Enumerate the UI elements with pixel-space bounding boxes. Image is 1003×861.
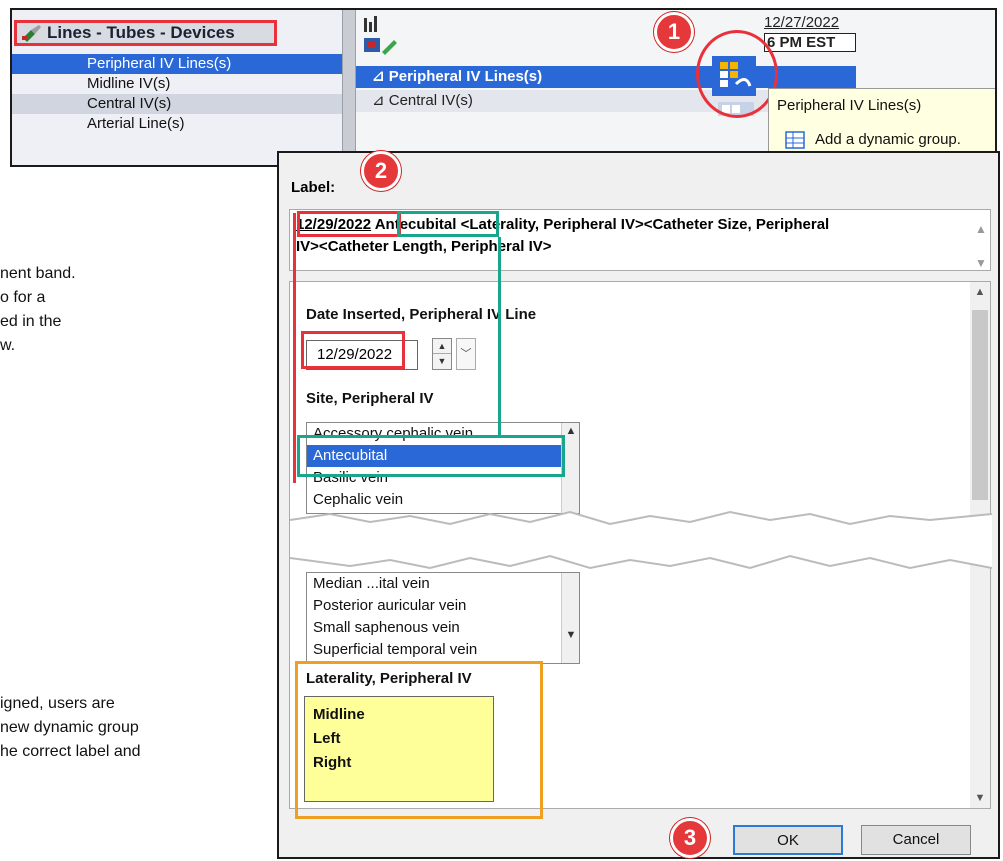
- site-listbox[interactable]: Accessory cephalic vein Antecubital Basi…: [306, 422, 580, 514]
- date-dropdown-button[interactable]: ﹀: [456, 338, 476, 370]
- add-group-icon: [785, 131, 805, 149]
- site-label: Site, Peripheral IV: [306, 390, 434, 407]
- tree-header-lines-tubes-devices[interactable]: Lines - Tubes - Devices: [14, 20, 277, 46]
- band-peripheral-iv[interactable]: ⊿ Peripheral IV Lines(s): [356, 66, 856, 88]
- instruction-line: nent band.: [0, 265, 76, 282]
- list-item[interactable]: Median ...ital vein: [307, 573, 579, 595]
- site-list-scrollbar[interactable]: ▼: [561, 573, 579, 663]
- list-item[interactable]: Basilic vein: [307, 467, 579, 489]
- column-time: 6 PM EST: [764, 33, 856, 52]
- instruction-line: o for a: [0, 289, 46, 306]
- list-item[interactable]: Posterior auricular vein: [307, 595, 579, 617]
- scroll-thumb[interactable]: [972, 310, 988, 500]
- instruction-line: ed in the: [0, 313, 62, 330]
- spin-up-icon[interactable]: ▲: [433, 339, 451, 354]
- tooltip-title: Peripheral IV Lines(s): [777, 97, 922, 114]
- label-line-2: IV><Catheter Length, Peripheral IV>: [296, 238, 552, 255]
- site-listbox-lower[interactable]: Median ...ital vein Posterior auricular …: [306, 572, 580, 664]
- scroll-down-icon[interactable]: ▼: [562, 629, 579, 641]
- date-spinner[interactable]: ▲ ▼: [432, 338, 452, 370]
- pane-splitter[interactable]: [342, 10, 356, 165]
- scroll-down-icon[interactable]: ▼: [972, 252, 990, 274]
- torn-edge-divider: [290, 510, 992, 570]
- tree-item-arterial-line[interactable]: Arterial Line(s): [12, 114, 342, 134]
- instruction-text-bottom: igned, users are new dynamic group he co…: [0, 692, 141, 764]
- list-item[interactable]: Accessory cephalic vein: [307, 423, 579, 445]
- list-item[interactable]: Midline: [313, 703, 485, 727]
- list-item[interactable]: Left: [313, 727, 485, 751]
- laterality-label: Laterality, Peripheral IV: [306, 670, 472, 687]
- label-scrollbar[interactable]: ▲ ▼: [972, 210, 990, 270]
- instruction-text-top: nent band. o for a ed in the w.: [0, 262, 76, 358]
- form-area: ▲ ▼ Date Inserted, Peripheral IV Line 12…: [289, 281, 992, 809]
- tree-header-label: Lines - Tubes - Devices: [47, 23, 235, 42]
- dynamic-group-dialog: Label: 12/29/2022 Antecubital <Lateralit…: [277, 151, 1000, 859]
- label-line-1: 12/29/2022 Antecubital <Laterality, Peri…: [296, 214, 960, 236]
- instruction-line: he correct label and: [0, 743, 141, 760]
- tree-item-midline-iv[interactable]: Midline IV(s): [12, 74, 342, 94]
- list-item[interactable]: Small saphenous vein: [307, 617, 579, 639]
- scroll-up-icon[interactable]: ▲: [972, 218, 990, 240]
- tree-item-central-iv[interactable]: Central IV(s): [12, 94, 342, 114]
- label-site: Antecubital: [374, 216, 457, 233]
- column-date-header: 12/27/2022 6 PM EST: [764, 14, 856, 52]
- top-screenshot-panel: Lines - Tubes - Devices Peripheral IV Li…: [10, 8, 997, 167]
- list-item[interactable]: Superficial temporal vein: [307, 639, 579, 661]
- list-item[interactable]: Right: [313, 751, 485, 775]
- tube-device-icon: [22, 25, 41, 42]
- date-inserted-field[interactable]: 12/29/2022: [306, 340, 418, 370]
- chart-tools-icon[interactable]: [362, 14, 402, 58]
- label-line1-tail: <Laterality, Peripheral IV><Catheter Siz…: [460, 216, 830, 233]
- site-list-scrollbar[interactable]: ▲: [561, 423, 579, 513]
- step-badge-2: 2: [361, 151, 401, 191]
- tree-item-peripheral-iv[interactable]: Peripheral IV Lines(s): [12, 54, 342, 74]
- label-date: 12/29/2022: [296, 216, 372, 233]
- instruction-line: new dynamic group: [0, 719, 139, 736]
- step-badge-1: 1: [654, 12, 694, 52]
- list-item-selected[interactable]: Antecubital: [307, 445, 579, 467]
- date-inserted-label: Date Inserted, Peripheral IV Line: [306, 306, 537, 323]
- scroll-up-icon[interactable]: ▲: [970, 286, 990, 298]
- highlight-circle: [696, 30, 778, 118]
- list-item[interactable]: Cephalic vein: [307, 489, 579, 511]
- ok-button[interactable]: OK: [733, 825, 843, 855]
- laterality-listbox[interactable]: Midline Left Right: [304, 696, 494, 802]
- tooltip-action[interactable]: Add a dynamic group.: [815, 131, 961, 148]
- cancel-button[interactable]: Cancel: [861, 825, 971, 855]
- column-date: 12/27/2022: [764, 14, 840, 31]
- scroll-up-icon[interactable]: ▲: [562, 425, 579, 437]
- label-textbox[interactable]: 12/29/2022 Antecubital <Laterality, Peri…: [289, 209, 991, 271]
- navigator-tree: Lines - Tubes - Devices Peripheral IV Li…: [12, 10, 342, 165]
- label-title: Label:: [291, 179, 336, 196]
- instruction-line: w.: [0, 337, 16, 354]
- scroll-down-icon[interactable]: ▼: [970, 792, 990, 804]
- instruction-line: igned, users are: [0, 695, 115, 712]
- step-badge-3: 3: [670, 818, 710, 858]
- spin-down-icon[interactable]: ▼: [433, 354, 451, 369]
